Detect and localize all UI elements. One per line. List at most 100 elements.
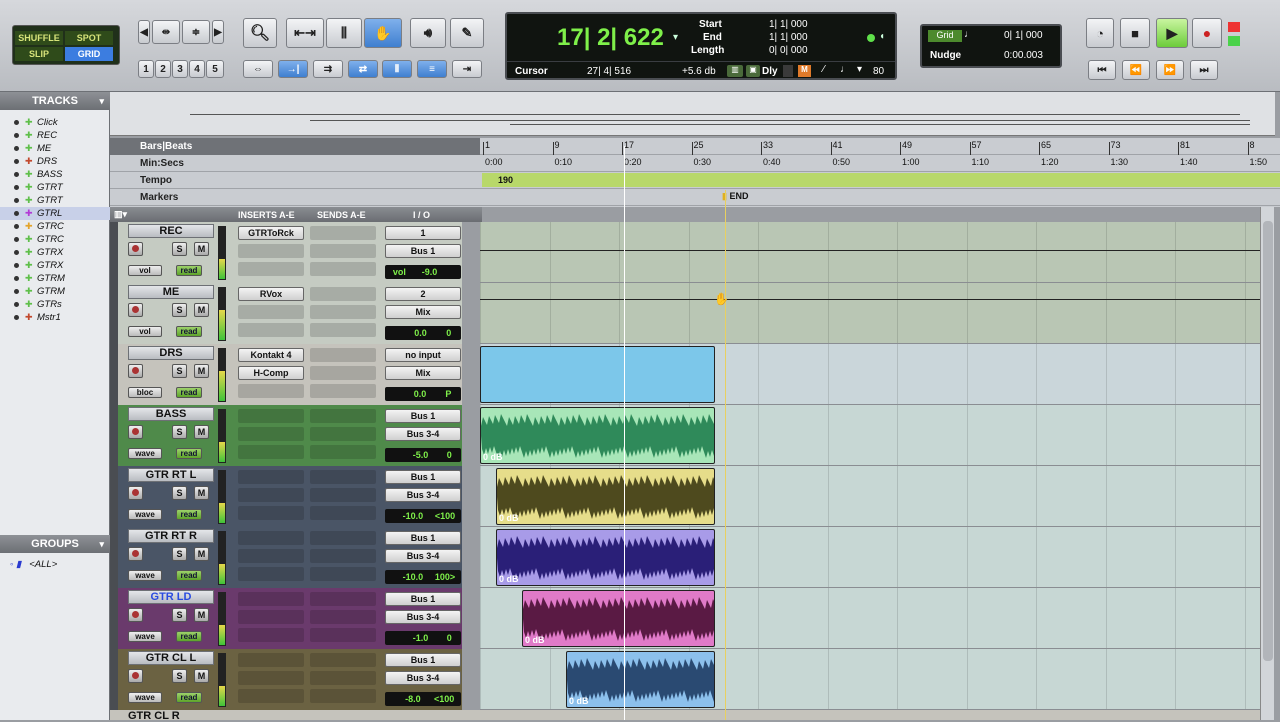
- track-list-item[interactable]: ✚ GTRM: [0, 285, 110, 298]
- scroll-thumb[interactable]: [1263, 221, 1273, 661]
- track-list-item[interactable]: ✚ GTRs: [0, 298, 110, 311]
- selector-tool-icon[interactable]: ⫼: [326, 18, 362, 48]
- send-slot[interactable]: [310, 549, 376, 563]
- io-header[interactable]: I / O: [413, 210, 430, 220]
- send-slot[interactable]: [310, 628, 376, 642]
- online-button[interactable]: ◔: [1086, 18, 1114, 48]
- view-selector[interactable]: wave: [128, 692, 162, 703]
- view-selector[interactable]: wave: [128, 631, 162, 642]
- insert-slot[interactable]: [238, 506, 304, 520]
- chevron-down-icon[interactable]: ▾: [99, 96, 104, 107]
- insert-slot[interactable]: RVox: [238, 287, 304, 301]
- automation-mode-selector[interactable]: read: [176, 265, 202, 276]
- show-hide-dot-icon[interactable]: [14, 198, 19, 203]
- track-list-item[interactable]: ✚ GTRC: [0, 233, 110, 246]
- audio-clip[interactable]: 0 dB: [496, 468, 715, 525]
- solo-button[interactable]: S: [172, 303, 187, 317]
- input-selector[interactable]: 2: [385, 287, 461, 301]
- bars-beats-ruler[interactable]: Bars|Beats 1 9 17 25 33 41 49 57 65 73 81 8: [110, 138, 1280, 155]
- go-to-end-button[interactable]: ⏭: [1190, 60, 1218, 80]
- mute-button[interactable]: M: [194, 242, 209, 256]
- midi-zoom-icon[interactable]: ≑: [182, 20, 210, 44]
- mute-button[interactable]: M: [194, 303, 209, 317]
- zoom-preset-4[interactable]: 4: [189, 60, 205, 78]
- volume-value[interactable]: -9.0: [422, 267, 438, 277]
- volume-pan-display[interactable]: vol -9.0: [385, 265, 461, 279]
- zoom-preset-3[interactable]: 3: [172, 60, 188, 78]
- end-value[interactable]: 1| 1| 000: [769, 32, 808, 43]
- solo-button[interactable]: S: [172, 608, 187, 622]
- grid-value[interactable]: 0| 1| 000: [1004, 30, 1043, 41]
- inserts-header[interactable]: INSERTS A-E: [238, 210, 295, 220]
- insert-slot[interactable]: [238, 610, 304, 624]
- insert-slot[interactable]: H-Comp: [238, 366, 304, 380]
- mute-button[interactable]: M: [194, 486, 209, 500]
- automation-mode-selector[interactable]: read: [176, 509, 202, 520]
- track-list-item[interactable]: ✚ GTRM: [0, 272, 110, 285]
- audio-clip[interactable]: [480, 346, 715, 403]
- automation-mode-selector[interactable]: read: [176, 387, 202, 398]
- send-slot[interactable]: [310, 427, 376, 441]
- send-slot[interactable]: [310, 567, 376, 581]
- track-lane[interactable]: 0 dB: [480, 588, 1260, 649]
- send-slot[interactable]: [310, 445, 376, 459]
- show-hide-dot-icon[interactable]: [14, 185, 19, 190]
- zoom-preset-5[interactable]: 5: [206, 60, 224, 78]
- insert-slot[interactable]: [238, 470, 304, 484]
- zoom-preset-1[interactable]: 1: [138, 60, 154, 78]
- insert-slot[interactable]: [238, 592, 304, 606]
- rewind-button[interactable]: ⏪: [1122, 60, 1150, 80]
- view-selector[interactable]: vol: [128, 265, 162, 276]
- waveform-zoom-icon[interactable]: ⇹: [152, 20, 180, 44]
- send-slot[interactable]: [310, 226, 376, 240]
- shuffle-mode-button[interactable]: SHUFFLE: [15, 31, 63, 45]
- track-name[interactable]: REC: [128, 224, 214, 238]
- send-slot[interactable]: [310, 287, 376, 301]
- nudge-label[interactable]: Nudge: [930, 50, 961, 61]
- pan-value[interactable]: 100>: [435, 572, 455, 582]
- trim-tool-icon[interactable]: ⇤⇥: [286, 18, 324, 48]
- insertion-follows-icon[interactable]: ⫴: [382, 60, 412, 78]
- pencil-tool-icon[interactable]: ✎: [450, 18, 484, 48]
- output-selector[interactable]: Bus 3-4: [385, 671, 461, 685]
- track-list-item[interactable]: ✚ GTRX: [0, 246, 110, 259]
- show-hide-dot-icon[interactable]: [14, 263, 19, 268]
- insert-slot[interactable]: [238, 384, 304, 398]
- volume-pan-display[interactable]: -10.0 100>: [385, 570, 461, 584]
- send-slot[interactable]: [310, 506, 376, 520]
- show-hide-dot-icon[interactable]: [14, 224, 19, 229]
- input-selector[interactable]: Bus 1: [385, 470, 461, 484]
- track-lane[interactable]: 0 dB: [480, 649, 1260, 710]
- output-selector[interactable]: Bus 1: [385, 244, 461, 258]
- insert-slot[interactable]: [238, 262, 304, 276]
- volume-value[interactable]: 0.0: [414, 389, 427, 399]
- tempo-lane[interactable]: [482, 173, 1280, 187]
- grabber-tool-icon[interactable]: ✋: [364, 18, 402, 48]
- volume-value[interactable]: -8.0: [405, 694, 421, 704]
- chevron-down-icon[interactable]: ▾: [673, 32, 678, 43]
- input-selector[interactable]: Bus 1: [385, 409, 461, 423]
- send-slot[interactable]: [310, 409, 376, 423]
- send-slot[interactable]: [310, 323, 376, 337]
- solo-button[interactable]: S: [172, 242, 187, 256]
- record-enable-button[interactable]: [128, 303, 143, 317]
- show-hide-dot-icon[interactable]: [14, 250, 19, 255]
- show-hide-dot-icon[interactable]: [14, 211, 19, 216]
- insert-slot[interactable]: [238, 445, 304, 459]
- send-slot[interactable]: [310, 348, 376, 362]
- insert-slot[interactable]: GTRToRck: [238, 226, 304, 240]
- markers-ruler[interactable]: Markers▮ END: [110, 189, 1280, 206]
- volume-value[interactable]: -10.0: [403, 511, 424, 521]
- track-name[interactable]: GTR RT L: [128, 468, 214, 482]
- delay-comp-label[interactable]: Dly: [762, 66, 778, 77]
- automation-line[interactable]: [480, 250, 1260, 251]
- view-selector[interactable]: vol: [128, 326, 162, 337]
- input-selector[interactable]: Bus 1: [385, 531, 461, 545]
- input-selector[interactable]: Bus 1: [385, 653, 461, 667]
- solo-button[interactable]: S: [172, 425, 187, 439]
- tempo-value[interactable]: 190: [498, 175, 513, 185]
- send-slot[interactable]: [310, 653, 376, 667]
- volume-value[interactable]: -5.0: [413, 450, 429, 460]
- volume-pan-display[interactable]: -5.0 0: [385, 448, 461, 462]
- automation-mode-selector[interactable]: read: [176, 570, 202, 581]
